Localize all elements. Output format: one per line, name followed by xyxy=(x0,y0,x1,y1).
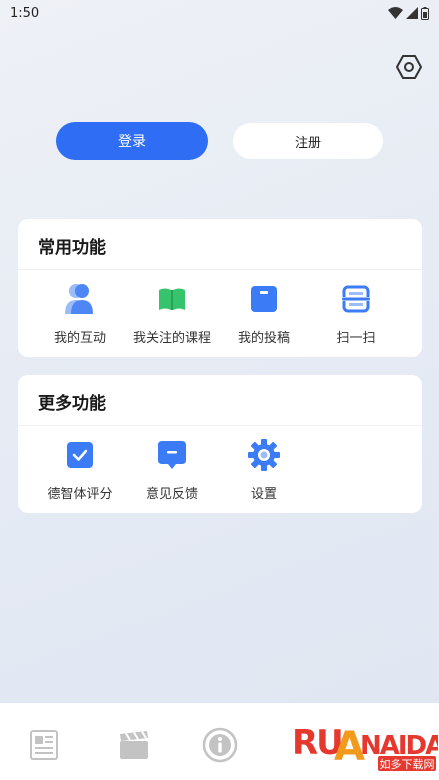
divider xyxy=(18,269,422,270)
newspaper-icon[interactable] xyxy=(24,725,64,765)
info-icon[interactable] xyxy=(200,725,240,765)
status-icons xyxy=(388,6,429,20)
checkbox-icon xyxy=(62,437,98,473)
my-submissions-item[interactable]: 我的投稿 xyxy=(216,279,312,349)
common-features-title: 常用功能 xyxy=(38,238,106,258)
my-interactions-label: 我的互动 xyxy=(53,331,106,346)
more-features-title: 更多功能 xyxy=(38,394,106,414)
feedback-label: 意见反馈 xyxy=(145,487,198,502)
more-features-card: 更多功能 德智体评分 意见反馈 设置 xyxy=(18,375,422,513)
gear-icon xyxy=(246,437,282,473)
book-icon xyxy=(154,281,190,317)
battery-icon xyxy=(421,6,429,20)
followed-courses-item[interactable]: 我关注的课程 xyxy=(124,279,220,349)
my-submissions-label: 我的投稿 xyxy=(237,331,290,346)
watermark-logo: RU A NAIDAO 如多下载网 xyxy=(292,723,438,771)
moral-score-item[interactable]: 德智体评分 xyxy=(32,435,128,505)
my-interactions-item[interactable]: 我的互动 xyxy=(32,279,128,349)
moral-score-label: 德智体评分 xyxy=(47,487,113,502)
divider xyxy=(18,425,422,426)
scan-label: 扫一扫 xyxy=(336,331,376,346)
register-button[interactable]: 注册 xyxy=(233,123,383,159)
settings-item[interactable]: 设置 xyxy=(216,435,312,505)
settings-label: 设置 xyxy=(250,487,277,502)
common-features-card: 常用功能 我的互动 我关注的课程 我的投稿 扫一扫 xyxy=(18,219,422,357)
status-bar: 1:50 xyxy=(0,0,439,26)
hexagon-settings-icon[interactable] xyxy=(394,52,424,82)
clapperboard-icon[interactable] xyxy=(114,725,154,765)
scan-icon xyxy=(338,281,374,317)
document-icon xyxy=(246,281,282,317)
svg-text:如多下载网: 如多下载网 xyxy=(380,757,435,771)
followed-courses-label: 我关注的课程 xyxy=(132,331,211,346)
status-time: 1:50 xyxy=(10,5,40,21)
scan-item[interactable]: 扫一扫 xyxy=(308,279,404,349)
login-button[interactable]: 登录 xyxy=(56,122,208,160)
wifi-icon xyxy=(388,7,403,19)
message-icon xyxy=(154,437,190,473)
feedback-item[interactable]: 意见反馈 xyxy=(124,435,220,505)
signal-icon xyxy=(406,7,418,19)
people-icon xyxy=(62,281,98,317)
